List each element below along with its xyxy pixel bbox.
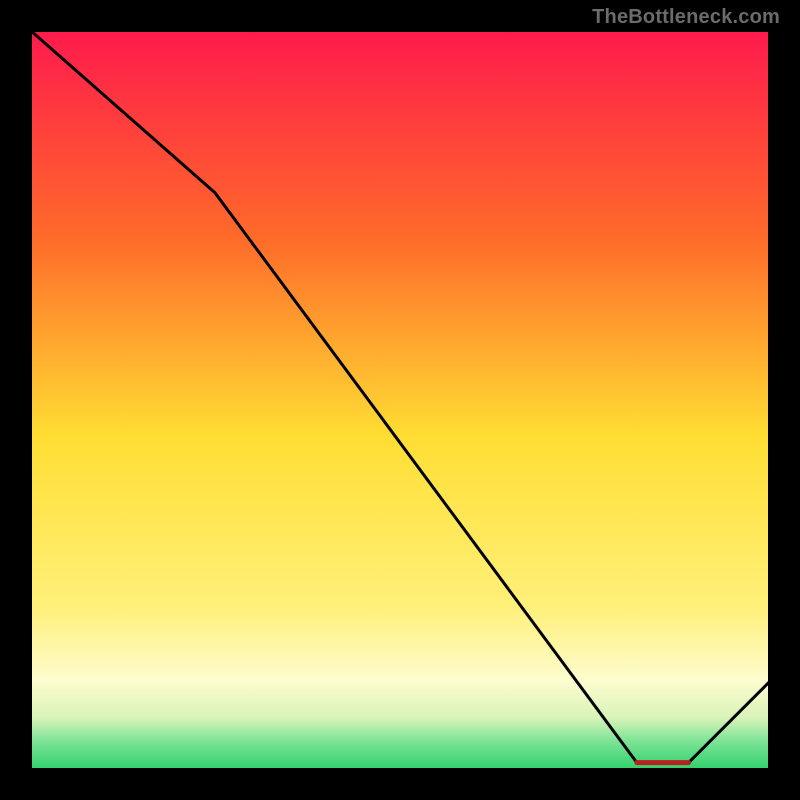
gradient-background xyxy=(30,30,770,770)
chart-svg xyxy=(30,30,770,770)
chart-container: { "watermark": "TheBottleneck.com", "ann… xyxy=(0,0,800,800)
watermark-text: TheBottleneck.com xyxy=(592,6,780,29)
